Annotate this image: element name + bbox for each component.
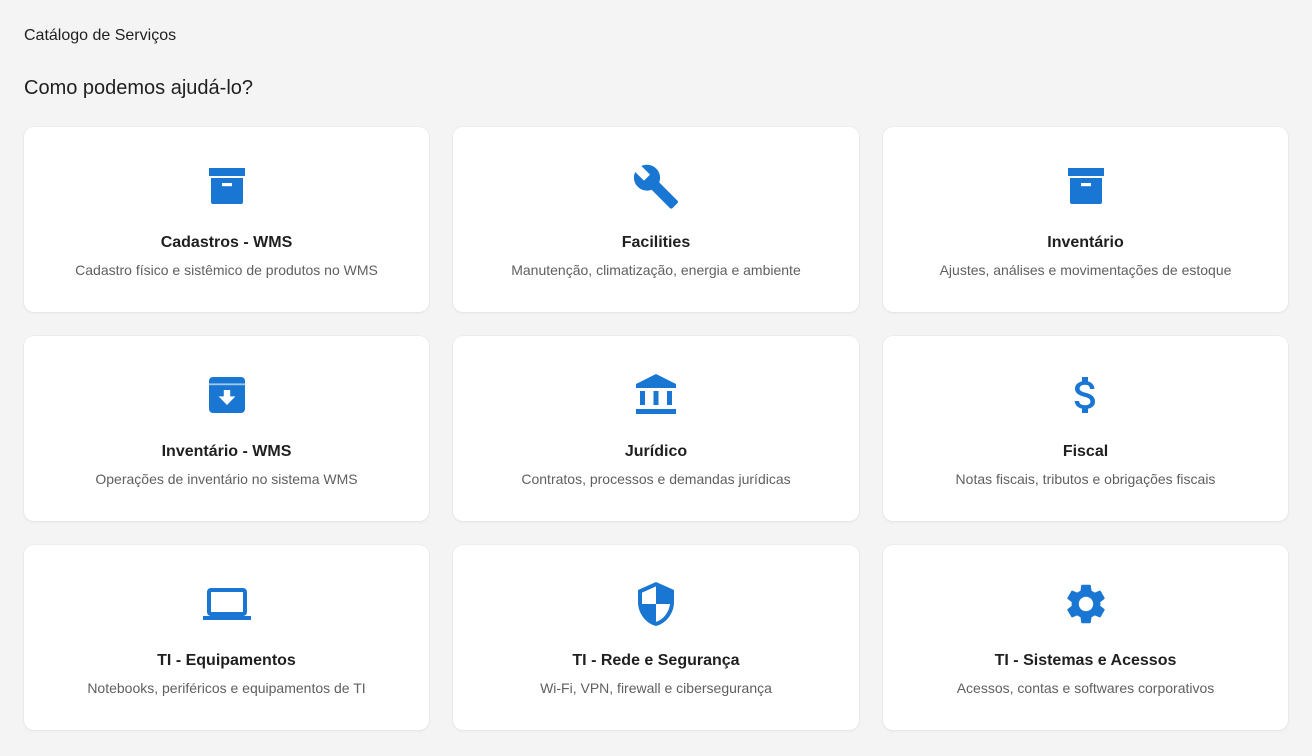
service-card-facilities[interactable]: Facilities Manutenção, climatização, ene… xyxy=(453,127,859,312)
service-card-inventario[interactable]: Inventário Ajustes, análises e movimenta… xyxy=(883,127,1288,312)
breadcrumb[interactable]: Catálogo de Serviços xyxy=(24,27,176,45)
archive-download-icon xyxy=(203,371,251,419)
service-card-ti-sistemas-acessos[interactable]: TI - Sistemas e Acessos Acessos, contas … xyxy=(883,545,1288,730)
card-description: Manutenção, climatização, energia e ambi… xyxy=(511,262,801,278)
service-card-cadastros-wms[interactable]: Cadastros - WMS Cadastro físico e sistêm… xyxy=(24,127,429,312)
wrench-icon xyxy=(632,162,680,210)
card-title: Fiscal xyxy=(1062,443,1109,460)
card-title: Facilities xyxy=(621,234,691,251)
card-description: Wi-Fi, VPN, firewall e cibersegurança xyxy=(540,680,772,696)
service-card-ti-equipamentos[interactable]: TI - Equipamentos Notebooks, periféricos… xyxy=(24,545,429,730)
bank-icon xyxy=(632,371,680,419)
page: Catálogo de Serviços Como podemos ajudá-… xyxy=(0,0,1312,756)
service-grid: Cadastros - WMS Cadastro físico e sistêm… xyxy=(24,127,1288,730)
archive-box-icon xyxy=(203,162,251,210)
service-card-ti-rede-seguranca[interactable]: TI - Rede e Segurança Wi-Fi, VPN, firewa… xyxy=(453,545,859,730)
card-title: Jurídico xyxy=(624,443,688,460)
service-card-fiscal[interactable]: Fiscal Notas fiscais, tributos e obrigaç… xyxy=(883,336,1288,521)
card-title: Inventário xyxy=(1047,234,1124,251)
card-description: Contratos, processos e demandas jurídica… xyxy=(521,471,791,487)
dollar-icon xyxy=(1062,371,1110,419)
shield-icon xyxy=(632,580,680,628)
laptop-icon xyxy=(202,580,251,628)
card-title: TI - Rede e Segurança xyxy=(572,652,740,669)
archive-box-icon xyxy=(1062,162,1110,210)
card-title: Inventário - WMS xyxy=(161,443,292,460)
service-card-juridico[interactable]: Jurídico Contratos, processos e demandas… xyxy=(453,336,859,521)
card-description: Ajustes, análises e movimentações de est… xyxy=(939,262,1232,278)
card-title: TI - Sistemas e Acessos xyxy=(994,652,1177,669)
card-title: TI - Equipamentos xyxy=(157,652,296,669)
card-title: Cadastros - WMS xyxy=(160,234,293,251)
gear-icon xyxy=(1062,580,1110,628)
service-card-inventario-wms[interactable]: Inventário - WMS Operações de inventário… xyxy=(24,336,429,521)
card-description: Cadastro físico e sistêmico de produtos … xyxy=(75,262,378,278)
card-description: Operações de inventário no sistema WMS xyxy=(95,471,358,487)
card-description: Notebooks, periféricos e equipamentos de… xyxy=(87,680,366,696)
card-description: Notas fiscais, tributos e obrigações fis… xyxy=(955,471,1216,487)
card-description: Acessos, contas e softwares corporativos xyxy=(956,680,1215,696)
page-title: Como podemos ajudá-lo? xyxy=(24,77,254,99)
